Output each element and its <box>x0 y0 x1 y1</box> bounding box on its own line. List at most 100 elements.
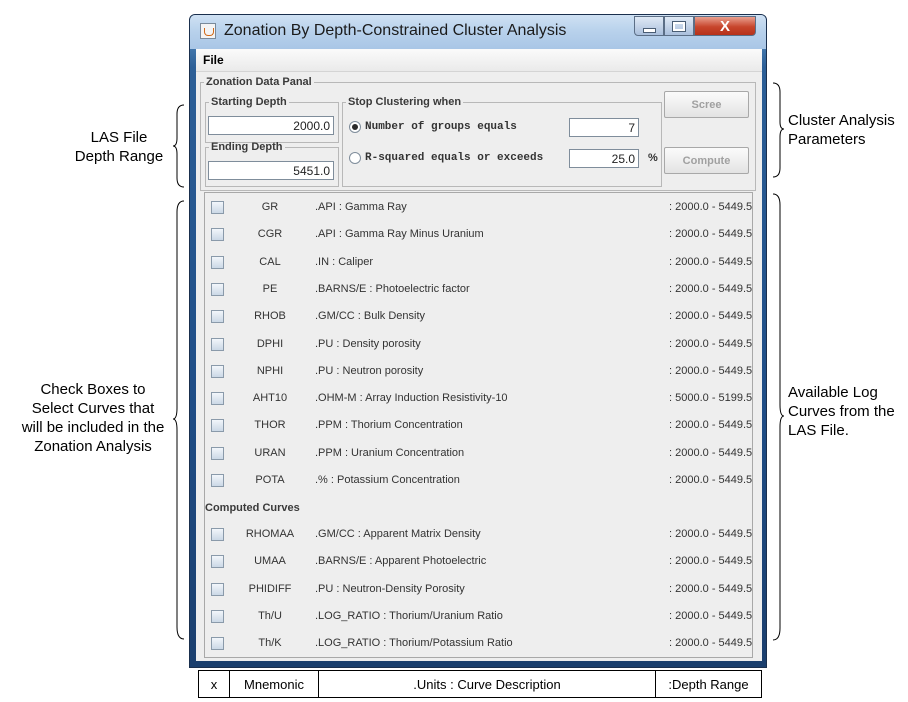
ending-depth-input[interactable]: 5451.0 <box>208 161 334 180</box>
curve-depth-range: : 2000.0 - 5449.5 <box>669 255 753 268</box>
curve-description: .BARNS/E : Apparent Photoelectric <box>315 555 487 568</box>
curve-depth-range: : 5000.0 - 5199.5 <box>669 392 753 405</box>
curve-row[interactable]: Th/U .LOG_RATIO : Thorium/Uranium Ratio : … <box>205 603 752 630</box>
curve-row[interactable]: POTA .% : Potassium Concentration: 2000.0… <box>205 467 752 494</box>
curve-depth-range: : 2000.0 - 5449.5 <box>669 446 753 459</box>
curve-description: .BARNS/E : Photoelectric factor <box>315 282 470 295</box>
curve-checkbox[interactable] <box>211 637 224 651</box>
curve-checkbox[interactable] <box>211 528 224 541</box>
curve-mnemonic: AHT10 <box>252 392 288 405</box>
java-app-icon[interactable] <box>200 23 216 39</box>
curve-checkbox[interactable] <box>211 364 224 378</box>
starting-depth-input[interactable]: 2000.0 <box>208 116 334 135</box>
curve-checkbox[interactable] <box>211 337 224 351</box>
curve-depth-range: : 2000.0 - 5449.5 <box>669 637 753 650</box>
curve-list: GR .API : Gamma Ray: 2000.0 - 5449.5 CGR .A… <box>204 192 753 658</box>
curve-mnemonic: CGR <box>257 228 283 241</box>
curve-row[interactable]: URAN .PPM : Uranium Concentration : 2000.0… <box>205 440 752 467</box>
radio-number-of-groups[interactable] <box>349 121 361 133</box>
stop-clustering-label: Stop Clustering when <box>348 96 462 108</box>
groups-input[interactable]: 7 <box>569 118 639 137</box>
starting-depth-label: Starting Depth <box>211 96 287 108</box>
curve-checkbox[interactable] <box>211 609 224 623</box>
annotation-line: Curves from the <box>788 403 895 420</box>
curve-description: .% : Potassium Concentration <box>315 474 460 486</box>
zonation-data-panel: Zonation Data Panal Starting Depth 2000.… <box>200 76 756 191</box>
curve-checkbox[interactable] <box>211 392 224 406</box>
legend-depth-range: :Depth Range <box>655 670 762 698</box>
curve-mnemonic: NPHI <box>256 364 284 377</box>
annotation-available-curves: Available Log Curves from the LAS File. <box>788 383 895 440</box>
curve-description: .API : Gamma Ray <box>315 201 407 213</box>
curve-row[interactable]: RHOMAA .GM/CC : Apparent Matrix Density: … <box>205 521 752 548</box>
app-window: Zonation By Depth-Constrained Cluster An… <box>189 14 767 668</box>
curve-description: .GM/CC : Bulk Density <box>315 310 426 323</box>
curve-row[interactable]: RHOB .GM/CC : Bulk Density: 2000.0 - 5449… <box>205 303 752 330</box>
curve-depth-range: : 2000.0 - 5449.5 <box>669 201 753 213</box>
title-bar[interactable]: Zonation By Depth-Constrained Cluster An… <box>190 15 766 49</box>
window-title: Zonation By Depth-Constrained Cluster An… <box>224 22 567 39</box>
curve-row[interactable]: THOR .PPM : Thorium Concentration : 2000.0… <box>205 412 752 439</box>
curve-row[interactable]: PHIDIFF .PU : Neutron-Density Porosity: 2… <box>205 576 752 603</box>
curve-mnemonic: PE <box>262 282 278 295</box>
curve-mnemonic: Th/U <box>258 609 282 622</box>
curve-row[interactable]: GR .API : Gamma Ray: 2000.0 - 5449.5 <box>205 194 752 221</box>
annotation-line: will be included in the <box>21 419 165 436</box>
annotation-line: Parameters <box>788 131 866 148</box>
close-button[interactable]: X <box>694 16 756 36</box>
curve-description: .PPM : Uranium Concentration <box>315 446 465 459</box>
legend-mnemonic: Mnemonic <box>229 670 319 698</box>
curve-checkbox[interactable] <box>211 582 224 596</box>
curve-checkbox[interactable] <box>211 474 224 487</box>
curve-checkbox[interactable] <box>211 282 224 296</box>
curve-row[interactable]: AHT10 .OHM-M : Array Induction Resistivit… <box>205 385 752 412</box>
window-client-area: File Zonation Data Panal Starting Depth … <box>196 49 762 661</box>
annotation-line: Check Boxes to <box>40 381 146 398</box>
annotation-line: LAS File <box>90 129 148 146</box>
legend-units-description: .Units : Curve Description <box>318 670 656 698</box>
curve-depth-range: : 2000.0 - 5449.5 <box>669 310 753 323</box>
curve-row[interactable]: Th/K .LOG_RATIO : Thorium/Potassium Ratio… <box>205 630 752 657</box>
curve-description: .PPM : Thorium Concentration <box>315 419 463 432</box>
compute-button[interactable]: Compute <box>664 147 749 174</box>
curve-description: .LOG_RATIO : Thorium/Potassium Ratio <box>315 637 513 650</box>
radio-r-squared[interactable] <box>349 152 361 164</box>
curve-checkbox[interactable] <box>211 419 224 433</box>
curve-depth-range: : 2000.0 - 5449.5 <box>669 419 753 432</box>
annotation-check-boxes: Check Boxes to Select Curves that will b… <box>10 380 176 456</box>
curve-checkbox[interactable] <box>211 310 224 324</box>
curve-description: .GM/CC : Apparent Matrix Density <box>315 528 481 540</box>
curve-checkbox[interactable] <box>211 446 224 460</box>
curve-description: .LOG_RATIO : Thorium/Uranium Ratio <box>315 609 503 622</box>
curve-checkbox[interactable] <box>211 228 224 242</box>
menu-bar: File <box>196 49 762 72</box>
right-brace-curves <box>772 193 785 641</box>
curve-row[interactable]: DPHI .PU : Density porosity: 2000.0 - 544… <box>205 331 752 358</box>
minimize-button[interactable] <box>634 16 664 36</box>
r-squared-input[interactable]: 25.0 <box>569 149 639 168</box>
curve-checkbox[interactable] <box>211 201 224 214</box>
starting-depth-group: Starting Depth 2000.0 <box>205 96 339 143</box>
curve-mnemonic: THOR <box>254 419 286 432</box>
curve-mnemonic: URAN <box>254 446 286 459</box>
annotation-line: Available Log <box>788 384 878 401</box>
curve-row[interactable]: CGR .API : Gamma Ray Minus Uranium: 2000.… <box>205 221 752 248</box>
right-brace-parameters <box>772 82 785 178</box>
curve-depth-range: : 2000.0 - 5449.5 <box>669 282 753 295</box>
curve-checkbox[interactable] <box>211 555 224 569</box>
curve-mnemonic: RHOMAA <box>245 528 295 540</box>
curve-depth-range: : 2000.0 - 5449.5 <box>669 474 753 486</box>
curve-row[interactable]: UMAA .BARNS/E : Apparent Photoelectric: 2… <box>205 548 752 575</box>
annotation-line: Cluster Analysis <box>788 112 895 129</box>
curve-description: .PU : Density porosity <box>315 337 421 350</box>
curve-depth-range: : 2000.0 - 5449.5 <box>669 609 753 622</box>
curve-row[interactable]: CAL .IN : Caliper: 2000.0 - 5449.5 <box>205 249 752 276</box>
curve-row[interactable]: NPHI .PU : Neutron porosity: 2000.0 - 544… <box>205 358 752 385</box>
scree-button[interactable]: Scree <box>664 91 749 118</box>
maximize-button[interactable] <box>664 16 694 36</box>
ending-depth-group: Ending Depth 5451.0 <box>205 141 339 187</box>
curve-checkbox[interactable] <box>211 255 224 269</box>
menu-file[interactable]: File <box>203 53 224 67</box>
curve-row[interactable]: PE .BARNS/E : Photoelectric factor : 2000.… <box>205 276 752 303</box>
curve-description: .PU : Neutron-Density Porosity <box>315 582 465 595</box>
